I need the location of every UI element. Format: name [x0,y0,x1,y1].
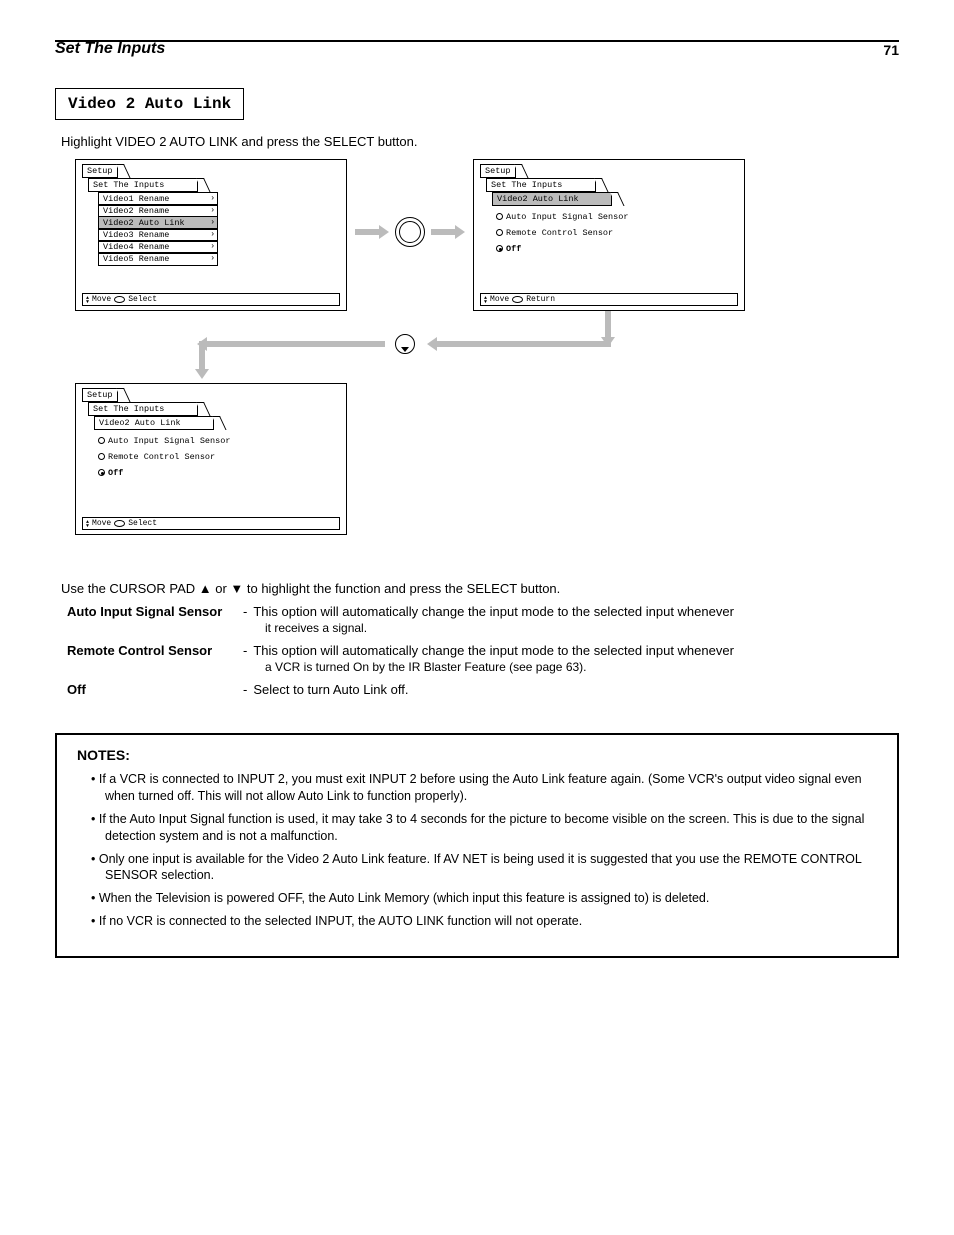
chevron-right-icon: › [210,206,215,215]
section-title: Video 2 Auto Link [55,88,244,120]
tab-auto-link: Video2 Auto Link [94,416,214,430]
chevron-right-icon: › [210,254,215,263]
cursor-down-icon [395,334,415,354]
note-item: If no VCR is connected to the selected I… [91,913,877,930]
page-header-title: Set The Inputs [55,40,165,58]
tab-set-inputs: Set The Inputs [486,178,596,192]
tab-setup: Setup [82,388,118,402]
intro-text: Highlight VIDEO 2 AUTO LINK and press th… [61,134,899,149]
chevron-right-icon: › [210,194,215,203]
updown-icon: ▲▼ [86,296,89,304]
flow-diagram: Setup Set The Inputs Video1 Rename› Vide… [75,159,885,569]
note-item: When the Television is powered OFF, the … [91,890,877,907]
arrow-right-icon [431,229,457,235]
notes-title: NOTES: [77,747,877,763]
note-item: Only one input is available for the Vide… [91,851,877,885]
notes-list: If a VCR is connected to INPUT 2, you mu… [77,771,877,930]
flow-line [205,341,385,347]
select-button-icon [512,296,523,303]
panel-footer: ▲▼ Move Select [82,517,340,530]
note-item: If a VCR is connected to INPUT 2, you mu… [91,771,877,805]
option-ais-cont: it receives a signal. [265,621,899,635]
radio-option-selected: Off [98,468,123,478]
tab-setup: Setup [480,164,516,178]
arrow-left-icon [435,341,611,347]
radio-option: Auto Input Signal Sensor [496,212,628,222]
updown-icon: ▲▼ [484,296,487,304]
updown-icon: ▲▼ [86,520,89,528]
select-ring-icon [395,217,425,247]
panel-footer: ▲▼ Move Select [82,293,340,306]
tab-set-inputs: Set The Inputs [88,402,198,416]
flow-line [605,311,611,339]
menu-panel-1: Setup Set The Inputs Video1 Rename› Vide… [75,159,347,311]
panel-footer: ▲▼ Move Return [480,293,738,306]
tab-setup: Setup [82,164,118,178]
menu-panel-2: Setup Set The Inputs Video2 Auto Link Au… [473,159,745,311]
arrow-right-icon [355,229,381,235]
radio-option: Auto Input Signal Sensor [98,436,230,446]
chevron-right-icon: › [210,230,215,239]
option-rcs-cont: a VCR is turned On by the IR Blaster Fea… [265,660,899,674]
radio-option: Remote Control Sensor [496,228,613,238]
arrow-down-icon [199,341,205,371]
radio-option: Remote Control Sensor [98,452,215,462]
menu-item: Video5 Rename› [98,252,218,266]
select-button-icon [114,520,125,527]
chevron-right-icon: › [210,242,215,251]
instruction-text: Use the CURSOR PAD ▲ or ▼ to highlight t… [61,581,899,596]
option-ais: Auto Input Signal Sensor-This option wil… [67,604,899,619]
tab-set-inputs: Set The Inputs [88,178,198,192]
page-number: 71 [883,42,899,58]
radio-option-selected: Off [496,244,521,254]
notes-box: NOTES: If a VCR is connected to INPUT 2,… [55,733,899,958]
note-item: If the Auto Input Signal function is use… [91,811,877,845]
chevron-right-icon: › [210,218,215,227]
tab-auto-link: Video2 Auto Link [492,192,612,206]
menu-panel-3: Setup Set The Inputs Video2 Auto Link Au… [75,383,347,535]
select-button-icon [114,296,125,303]
option-rcs: Remote Control Sensor-This option will a… [67,643,899,658]
option-off: Off-Select to turn Auto Link off. [67,682,899,697]
